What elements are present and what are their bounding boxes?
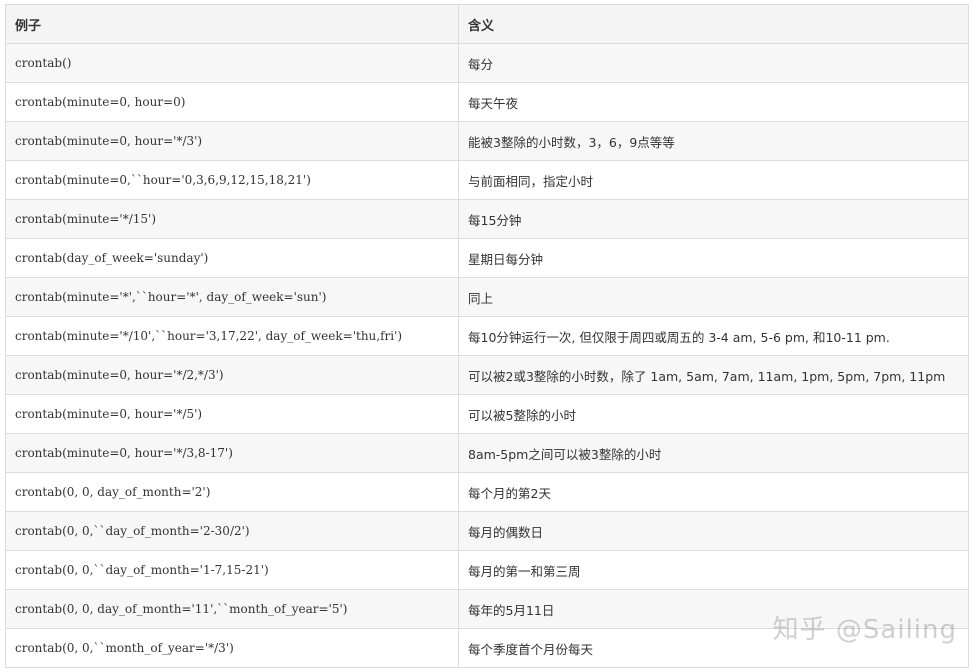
- meaning-cell: 每月的偶数日: [458, 511, 969, 551]
- table-body: crontab() 每分 crontab(minute=0, hour=0) 每天午夜…: [5, 43, 969, 668]
- meaning-cell: 每分: [458, 43, 969, 83]
- crontab-examples-table-wrapper: 例子 含义 crontab() 每分 crontab(minute=0, hour=…: [5, 4, 969, 668]
- meaning-cell: 每个月的第2天: [458, 472, 969, 512]
- table-row: crontab(minute=0, hour='*/5') 可以被5整除的小时: [5, 394, 969, 434]
- table-row: crontab() 每分: [5, 43, 969, 83]
- meaning-cell: 可以被5整除的小时: [458, 394, 969, 434]
- meaning-cell: 与前面相同，指定小时: [458, 160, 969, 200]
- example-cell: crontab(0, 0, day_of_month='11',``month_…: [5, 589, 459, 629]
- meaning-cell: 星期日每分钟: [458, 238, 969, 278]
- header-row: 例子 含义: [5, 4, 969, 44]
- meaning-cell: 8am-5pm之间可以被3整除的小时: [458, 433, 969, 473]
- table-row: crontab(minute='*/15') 每15分钟: [5, 199, 969, 239]
- example-cell: crontab(): [5, 43, 459, 83]
- meaning-cell: 每月的第一和第三周: [458, 550, 969, 590]
- example-cell: crontab(0, 0,``month_of_year='*/3'): [5, 628, 459, 668]
- example-cell: crontab(minute=0, hour=0): [5, 82, 459, 122]
- table-row: crontab(minute=0,``hour='0,3,6,9,12,15,1…: [5, 160, 969, 200]
- meaning-cell: 可以被2或3整除的小时数，除了 1am, 5am, 7am, 11am, 1pm…: [458, 355, 969, 395]
- crontab-examples-table: 例子 含义 crontab() 每分 crontab(minute=0, hour=…: [5, 4, 969, 668]
- example-cell: crontab(minute='*/10',``hour='3,17,22', …: [5, 316, 459, 356]
- table-row: crontab(0, 0,``day_of_month='2-30/2') 每月的…: [5, 511, 969, 551]
- example-cell: crontab(0, 0,``day_of_month='2-30/2'): [5, 511, 459, 551]
- example-cell: crontab(0, 0,``day_of_month='1-7,15-21'): [5, 550, 459, 590]
- meaning-cell: 每天午夜: [458, 82, 969, 122]
- meaning-cell: 每个季度首个月份每天: [458, 628, 969, 668]
- table-row: crontab(minute=0, hour=0) 每天午夜: [5, 82, 969, 122]
- table-row: crontab(0, 0, day_of_month='2') 每个月的第2天: [5, 472, 969, 512]
- header-example: 例子: [5, 4, 459, 44]
- table-row: crontab(minute=0, hour='*/3,8-17') 8am-5p…: [5, 433, 969, 473]
- table-row: crontab(0, 0, day_of_month='11',``month_…: [5, 589, 969, 629]
- meaning-cell: 每10分钟运行一次, 但仅限于周四或周五的 3-4 am, 5-6 pm, 和1…: [458, 316, 969, 356]
- header-meaning: 含义: [458, 4, 969, 44]
- example-cell: crontab(0, 0, day_of_month='2'): [5, 472, 459, 512]
- example-cell: crontab(minute='*',``hour='*', day_of_we…: [5, 277, 459, 317]
- table-row: crontab(minute='*',``hour='*', day_of_we…: [5, 277, 969, 317]
- table-header: 例子 含义: [5, 4, 969, 44]
- table-row: crontab(minute=0, hour='*/2,*/3') 可以被2或3整…: [5, 355, 969, 395]
- example-cell: crontab(minute=0, hour='*/3,8-17'): [5, 433, 459, 473]
- meaning-cell: 同上: [458, 277, 969, 317]
- example-cell: crontab(day_of_week='sunday'): [5, 238, 459, 278]
- table-row: crontab(0, 0,``day_of_month='1-7,15-21')…: [5, 550, 969, 590]
- example-cell: crontab(minute=0,``hour='0,3,6,9,12,15,1…: [5, 160, 459, 200]
- meaning-cell: 能被3整除的小时数，3，6，9点等等: [458, 121, 969, 161]
- meaning-cell: 每年的5月11日: [458, 589, 969, 629]
- example-cell: crontab(minute='*/15'): [5, 199, 459, 239]
- table-row: crontab(0, 0,``month_of_year='*/3') 每个季度首…: [5, 628, 969, 668]
- meaning-cell: 每15分钟: [458, 199, 969, 239]
- table-row: crontab(minute='*/10',``hour='3,17,22', …: [5, 316, 969, 356]
- table-row: crontab(minute=0, hour='*/3') 能被3整除的小时数，3…: [5, 121, 969, 161]
- example-cell: crontab(minute=0, hour='*/3'): [5, 121, 459, 161]
- example-cell: crontab(minute=0, hour='*/2,*/3'): [5, 355, 459, 395]
- example-cell: crontab(minute=0, hour='*/5'): [5, 394, 459, 434]
- table-row: crontab(day_of_week='sunday') 星期日每分钟: [5, 238, 969, 278]
